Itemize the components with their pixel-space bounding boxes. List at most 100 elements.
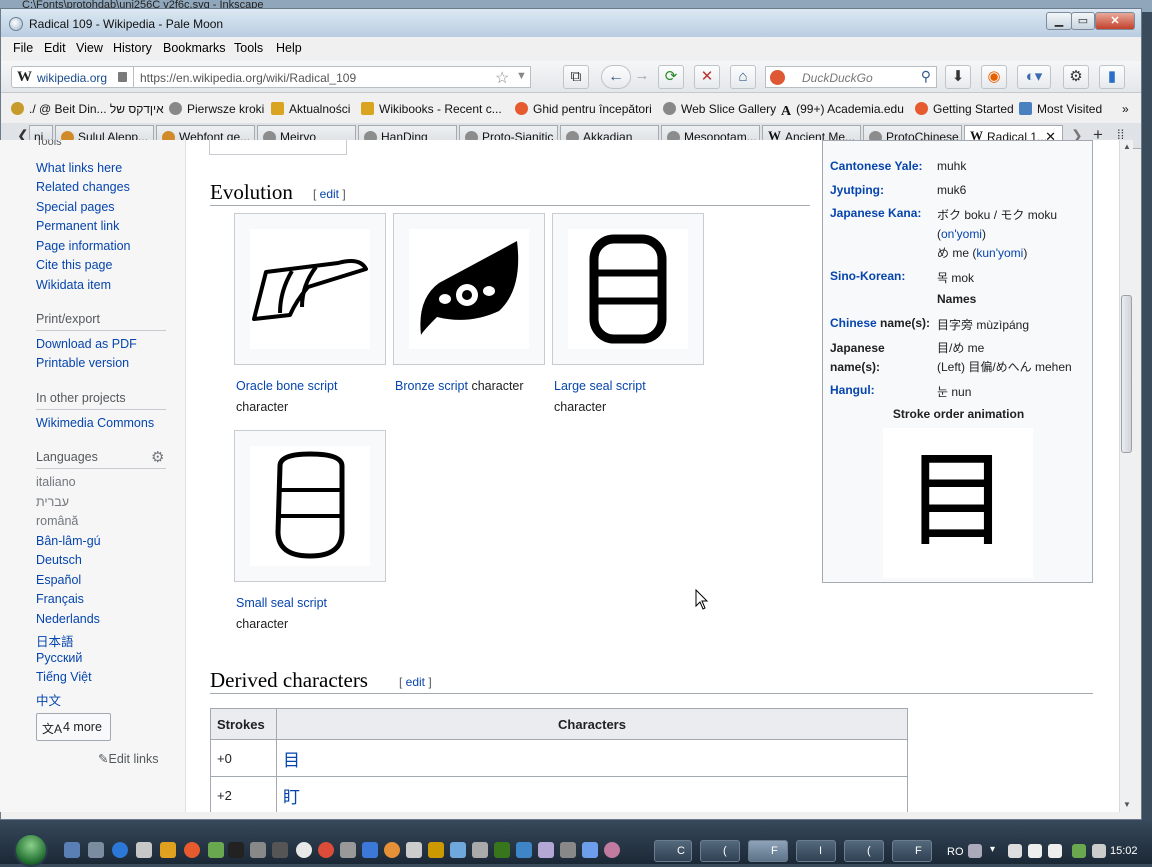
media-player-icon[interactable]	[160, 842, 176, 858]
quicklaunch-icon[interactable]	[208, 842, 224, 858]
characters-cell-link[interactable]: 盯	[276, 776, 908, 812]
sidebar-link-cite-this-page[interactable]: Cite this page	[36, 258, 112, 272]
php-icon[interactable]	[272, 842, 288, 858]
quicklaunch-icon[interactable]	[296, 842, 312, 858]
bookmark-item[interactable]: ./ @ Beit Din... איןדקס של	[11, 102, 164, 116]
quicklaunch-icon[interactable]	[250, 842, 266, 858]
gallery-item-bronze[interactable]	[393, 213, 545, 365]
language-settings-gear-icon[interactable]: ⚙	[151, 448, 164, 466]
infobox-label[interactable]: Hangul:	[830, 383, 875, 397]
taskbar-item[interactable]: F	[892, 840, 932, 862]
sidebar-link-special-pages[interactable]: Special pages	[36, 200, 115, 214]
sidebar-link-what-links-here[interactable]: What links here	[36, 161, 122, 175]
evolution-edit-link[interactable]: edit	[320, 187, 339, 201]
new-tab-window-button[interactable]: ⧉	[563, 65, 589, 89]
bookmark-item[interactable]: Getting Started	[915, 102, 1014, 116]
bookmark-item[interactable]: Pierwsze kroki	[169, 102, 264, 116]
title-bar[interactable]: Radical 109 - Wikipedia - Pale Moon ▁ ▭ …	[1, 9, 1141, 37]
quicklaunch-icon[interactable]	[362, 842, 378, 858]
taskbar-item[interactable]: C	[654, 840, 692, 862]
volume-icon[interactable]	[1092, 844, 1106, 858]
small-seal-link[interactable]: Small seal script	[236, 596, 327, 610]
quicklaunch-icon[interactable]	[472, 842, 488, 858]
duckduckgo-icon[interactable]	[770, 70, 785, 85]
menu-history[interactable]: History	[113, 41, 152, 55]
cmd-icon[interactable]	[228, 842, 244, 858]
tray-icon[interactable]	[1008, 844, 1022, 858]
tray-expand-icon[interactable]: ▾	[990, 844, 1000, 858]
bookmark-item[interactable]: Wikibooks - Recent c...	[361, 102, 502, 116]
url-dropdown-icon[interactable]: ▼	[516, 70, 527, 82]
search-input[interactable]: DuckDuckGo	[802, 71, 873, 85]
url-bar[interactable]: https://en.wikipedia.org/wiki/Radical_10…	[133, 66, 531, 88]
scrollbar-thumb[interactable]	[1121, 295, 1132, 453]
menu-help[interactable]: Help	[276, 41, 302, 55]
bookmarks-overflow-icon[interactable]: »	[1122, 102, 1129, 116]
url-text[interactable]: https://en.wikipedia.org/wiki/Radical_10…	[140, 71, 356, 85]
oracle-bone-link[interactable]: Oracle bone script	[236, 379, 337, 393]
taskbar-item[interactable]: (	[844, 840, 884, 862]
bookmark-item[interactable]: Aktualności	[271, 102, 350, 116]
bookmark-item[interactable]: Most Visited	[1019, 102, 1102, 116]
edit-links[interactable]: ✎Edit links	[98, 751, 159, 766]
menu-edit[interactable]: Edit	[44, 41, 66, 55]
sync-menu-icon[interactable]: ◐▾	[1017, 65, 1051, 89]
stop-button[interactable]: ✕	[694, 65, 720, 89]
sidebar-link-printable-version[interactable]: Printable version	[36, 356, 129, 370]
taskbar-item[interactable]: I	[796, 840, 836, 862]
chrome-icon[interactable]	[318, 842, 334, 858]
large-seal-link[interactable]: Large seal script	[554, 379, 646, 393]
firefox-addon-icon[interactable]: ◉	[981, 65, 1007, 89]
kunyomi-link[interactable]: kun'yomi	[976, 246, 1023, 260]
tray-icon[interactable]	[1028, 844, 1042, 858]
characters-cell-link[interactable]: 目	[276, 739, 908, 777]
downloads-icon[interactable]: ⬇	[945, 65, 971, 89]
quicklaunch-icon[interactable]	[340, 842, 356, 858]
lang-link[interactable]: Русский	[36, 651, 82, 665]
lang-link[interactable]: Nederlands	[36, 612, 100, 626]
scroll-up-icon[interactable]: ▲	[1123, 142, 1131, 151]
infobox-label[interactable]: Cantonese Yale:	[830, 159, 922, 173]
close-button[interactable]: ✕	[1095, 12, 1135, 30]
home-button[interactable]: ⌂	[730, 65, 756, 89]
sidebar-link-wikimedia-commons[interactable]: Wikimedia Commons	[36, 416, 154, 430]
lang-link[interactable]: italiano	[36, 475, 76, 489]
firefox-icon[interactable]	[184, 842, 200, 858]
quicklaunch-icon[interactable]	[516, 842, 532, 858]
sidebar-link-related-changes[interactable]: Related changes	[36, 180, 130, 194]
chinese-link[interactable]: Chinese	[830, 316, 877, 330]
onyomi-link[interactable]: on'yomi	[941, 227, 982, 241]
menu-tools[interactable]: Tools	[234, 41, 263, 55]
infobox-label[interactable]: Japanese Kana:	[830, 206, 921, 220]
forward-button[interactable]: →	[629, 65, 655, 89]
taskbar-item-active[interactable]: F	[748, 840, 788, 862]
more-languages-button[interactable]: 文A 4 more	[36, 713, 111, 741]
maximize-button[interactable]: ▭	[1071, 12, 1095, 30]
minimize-button[interactable]: ▁	[1046, 12, 1072, 30]
show-desktop-icon[interactable]	[64, 842, 80, 858]
lang-link[interactable]: Tiếng Việt	[36, 670, 92, 684]
menu-bookmarks[interactable]: Bookmarks	[163, 41, 226, 55]
quicklaunch-icon[interactable]	[450, 842, 466, 858]
quicklaunch-icon[interactable]	[406, 842, 422, 858]
site-identity-button[interactable]: W wikipedia.org	[11, 66, 133, 88]
search-icon[interactable]: ⚲	[921, 68, 931, 85]
lang-link[interactable]: Deutsch	[36, 553, 82, 567]
lang-link[interactable]: 日本語	[36, 631, 74, 650]
sidebar-link-wikidata-item[interactable]: Wikidata item	[36, 278, 111, 292]
quicklaunch-icon[interactable]	[604, 842, 620, 858]
lang-link[interactable]: Français	[36, 592, 84, 606]
quicklaunch-icon[interactable]	[88, 842, 104, 858]
ie-icon[interactable]	[112, 842, 128, 858]
gallery-item-oracle-bone[interactable]	[234, 213, 386, 365]
sidebar-link-permanent-link[interactable]: Permanent link	[36, 219, 119, 233]
reload-button[interactable]: ⟳	[658, 65, 684, 89]
lang-link[interactable]: Bân-lâm-gú	[36, 534, 101, 548]
quicklaunch-icon[interactable]	[494, 842, 510, 858]
bookmark-item[interactable]: Web Slice Gallery	[663, 102, 776, 116]
bookmark-item[interactable]: A (99+) Academia.edu	[781, 102, 904, 119]
tray-icon[interactable]	[968, 844, 982, 858]
search-box[interactable]: DuckDuckGo ⚲	[765, 66, 937, 88]
start-button-icon[interactable]	[14, 833, 48, 867]
language-indicator[interactable]: RO	[947, 846, 964, 858]
